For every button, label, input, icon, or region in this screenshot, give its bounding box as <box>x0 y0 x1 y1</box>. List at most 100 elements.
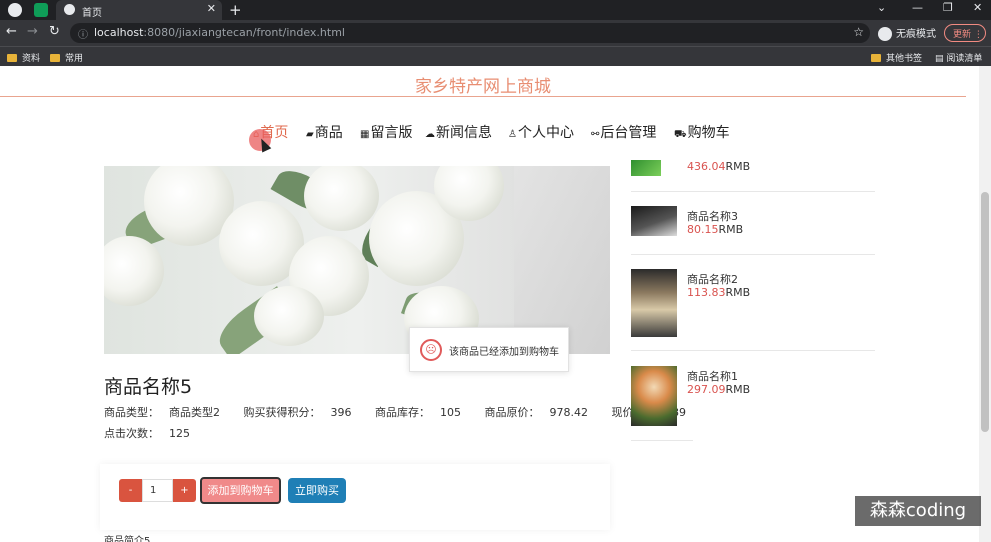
nav-guestbook[interactable]: ▦留言版 <box>360 122 412 142</box>
forward-icon[interactable]: → <box>27 24 38 39</box>
link-icon: ⚯ <box>591 129 600 140</box>
nav-label: 购物车 <box>687 125 730 141</box>
product-title: 商品名称5 <box>104 376 193 398</box>
close-window-button[interactable]: ✕ <box>973 1 982 14</box>
product-thumbnail <box>631 269 677 337</box>
other-bookmarks[interactable]: 其他书签 <box>871 51 922 64</box>
orig-price-value: 978.42 <box>549 406 589 419</box>
sidebar-price: 113.83 <box>687 286 726 299</box>
address-bar-row: ← → ↻ ⓘ localhost:8080/jiaxiangtecan/fro… <box>0 20 991 46</box>
points-value: 396 <box>330 406 352 419</box>
sidebar-price: 297.09 <box>687 383 726 396</box>
nav-label: 留言版 <box>370 125 413 141</box>
bookmark-folder-2[interactable]: 常用 <box>50 51 83 64</box>
sidebar-product-4[interactable]: 436.04RMB <box>631 160 875 192</box>
graduation-icon: ▰ <box>306 129 314 140</box>
restore-button[interactable]: ❐ <box>943 1 953 14</box>
globe-icon[interactable] <box>8 3 22 17</box>
bookmarks-bar: 资料 常用 其他书签 ▤ 阅读清单 <box>0 46 991 66</box>
browser-tab-bar: 首页 ✕ + ⌄ — ❐ ✕ <box>0 0 991 20</box>
other-bookmarks-label: 其他书签 <box>886 54 923 64</box>
site-title: 家乡特产网上商城 <box>415 77 551 97</box>
product-meta-line-2: 点击次数： 125 <box>104 425 200 441</box>
sidebar-product-2[interactable]: 商品名称2 113.83RMB <box>631 255 875 351</box>
quantity-increase-button[interactable]: + <box>173 479 196 502</box>
new-tab-button[interactable]: + <box>229 1 242 19</box>
sidebar-price: 80.15 <box>687 223 719 236</box>
nav-label: 后台管理 <box>600 125 657 141</box>
folder-icon <box>50 54 60 62</box>
close-icon[interactable]: ✕ <box>207 2 216 15</box>
points-label: 购买获得积分： <box>243 406 321 419</box>
product-image <box>104 166 610 354</box>
product-thumbnail <box>631 366 677 426</box>
update-label: 更新 <box>953 30 972 40</box>
product-description-heading: 商品简介5 <box>104 536 151 542</box>
clicks-value: 125 <box>169 427 190 440</box>
reload-icon[interactable]: ↻ <box>49 24 60 39</box>
url-path: :8080/jiaxiangtecan/front/index.html <box>143 26 345 39</box>
bookmark-label: 常用 <box>65 54 84 64</box>
sidebar-product-3[interactable]: 商品名称3 80.15RMB <box>631 192 875 255</box>
watermark: 森森coding <box>855 496 981 526</box>
url-field[interactable]: ⓘ localhost:8080/jiaxiangtecan/front/ind… <box>70 23 870 43</box>
star-icon[interactable]: ☆ <box>853 25 864 39</box>
nav-user-center[interactable]: ♙个人中心 <box>508 122 574 142</box>
sidebar-name: 商品名称3 <box>687 210 738 223</box>
product-thumbnail <box>631 206 677 236</box>
nav-label: 新闻信息 <box>436 125 492 141</box>
nav-label: 个人中心 <box>517 125 574 141</box>
toast-notification: ☹ 该商品已经添加到购物车 <box>409 327 569 372</box>
bookmark-folder-1[interactable]: 资料 <box>7 51 40 64</box>
minimize-button[interactable]: — <box>912 1 923 14</box>
gift-icon: ▦ <box>360 129 370 140</box>
nav-products[interactable]: ▰商品 <box>306 122 343 142</box>
sidebar-price-unit: RMB <box>718 223 744 236</box>
nav-cart[interactable]: ⛟购物车 <box>674 122 730 142</box>
sad-face-icon: ☹ <box>420 339 442 361</box>
scrollbar-thumb[interactable] <box>981 192 989 432</box>
folder-icon <box>871 54 881 62</box>
folder-icon <box>7 54 17 62</box>
url-host: localhost <box>94 26 144 39</box>
sidebar-product-1[interactable]: 商品名称1 297.09RMB <box>631 351 750 441</box>
stock-value: 105 <box>440 406 461 419</box>
chevron-down-icon[interactable]: ⌄ <box>877 1 886 14</box>
toast-message: 该商品已经添加到购物车 <box>449 347 559 358</box>
page-scrollbar[interactable] <box>979 66 991 542</box>
type-label: 商品类型： <box>104 406 159 419</box>
orig-price-label: 商品原价： <box>484 406 540 419</box>
sidebar-price-unit: RMB <box>725 286 751 299</box>
clicks-label: 点击次数： <box>104 427 159 440</box>
tab-title: 首页 <box>82 8 102 19</box>
reading-list-icon: ▤ <box>935 54 947 64</box>
purchase-panel: - 1 + 添加到购物车 立即购买 <box>100 464 610 530</box>
info-icon[interactable]: ⓘ <box>78 26 88 41</box>
divider <box>0 96 966 97</box>
cart-icon: ⛟ <box>674 129 687 140</box>
cloud-icon: ☁ <box>425 129 435 140</box>
add-to-cart-button[interactable]: 添加到购物车 <box>200 477 281 504</box>
incognito-icon <box>878 27 892 41</box>
quantity-input[interactable]: 1 <box>142 479 173 502</box>
sidebar-name: 商品名称2 <box>687 273 738 286</box>
sheets-icon[interactable] <box>34 3 48 17</box>
tab-home[interactable]: 首页 ✕ <box>56 0 222 20</box>
incognito-label: 无痕模式 <box>896 29 936 40</box>
nav-news[interactable]: ☁新闻信息 <box>425 122 492 142</box>
buy-now-button[interactable]: 立即购买 <box>288 478 346 503</box>
sidebar-price-unit: RMB <box>725 160 751 173</box>
back-icon[interactable]: ← <box>6 24 17 39</box>
sidebar-price: 436.04 <box>687 160 726 173</box>
reading-list[interactable]: ▤ 阅读清单 <box>935 51 982 64</box>
bookmark-label: 资料 <box>22 54 41 64</box>
incognito-indicator[interactable]: 无痕模式 <box>878 25 936 41</box>
product-meta-line-1: 商品类型： 商品类型2 购买获得积分： 396 商品库存： 105 商品原价： 978.… <box>104 404 706 420</box>
nav-label: 商品 <box>314 125 343 141</box>
nav-admin[interactable]: ⚯后台管理 <box>591 122 656 142</box>
sidebar-name: 商品名称1 <box>687 370 738 383</box>
user-icon: ♙ <box>508 129 517 140</box>
sidebar-price-unit: RMB <box>725 383 751 396</box>
update-button[interactable]: 更新 ⋮ <box>944 24 986 42</box>
quantity-decrease-button[interactable]: - <box>119 479 142 502</box>
